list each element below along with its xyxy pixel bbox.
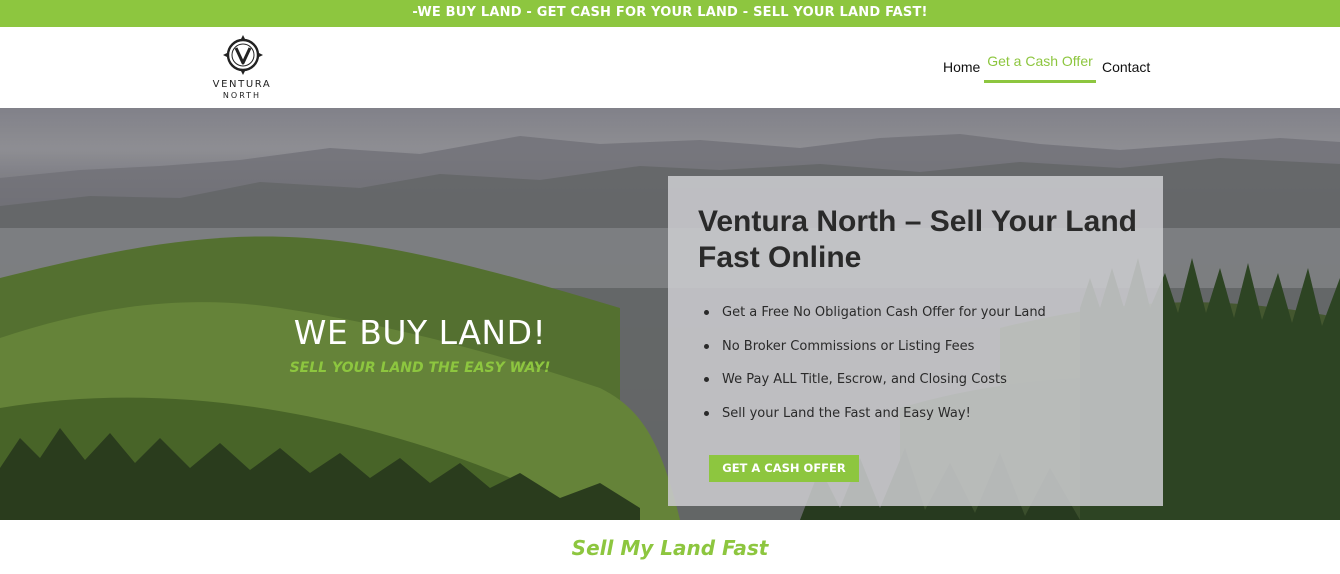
section-heading: Sell My Land Fast [571,536,769,560]
site-header: VENTURA NORTH Home Get a Cash Offer Cont… [0,27,1340,108]
promo-banner: -WE BUY LAND - GET CASH FOR YOUR LAND - … [0,0,1340,27]
get-cash-offer-button[interactable]: GET A CASH OFFER [709,455,859,482]
promo-banner-text: -WE BUY LAND - GET CASH FOR YOUR LAND - … [412,5,928,20]
nav-home[interactable]: Home [943,59,980,75]
hero-title: WE BUY LAND! [293,313,547,352]
benefits-list: Get a Free No Obligation Cash Offer for … [703,304,1046,439]
compass-v-logo-icon [223,35,263,75]
nav-get-a-cash-offer[interactable]: Get a Cash Offer [984,47,1096,83]
offer-card: Ventura North – Sell Your Land Fast Onli… [668,176,1163,506]
benefit-item: Sell your Land the Fast and Easy Way! [703,405,1046,439]
nav-contact[interactable]: Contact [1102,59,1150,75]
hero-section: WE BUY LAND! SELL YOUR LAND THE EASY WAY… [0,108,1340,520]
logo-subtitle: NORTH [222,91,262,100]
hero-headline-block: WE BUY LAND! SELL YOUR LAND THE EASY WAY… [250,313,590,376]
hero-subtitle: SELL YOUR LAND THE EASY WAY! [289,360,551,376]
benefit-item: No Broker Commissions or Listing Fees [703,338,1046,372]
site-logo[interactable]: VENTURA NORTH [205,35,279,103]
benefit-item: Get a Free No Obligation Cash Offer for … [703,304,1046,338]
card-title: Ventura North – Sell Your Land Fast Onli… [698,205,1137,274]
benefit-item: We Pay ALL Title, Escrow, and Closing Co… [703,371,1046,405]
logo-name: VENTURA [212,79,272,90]
